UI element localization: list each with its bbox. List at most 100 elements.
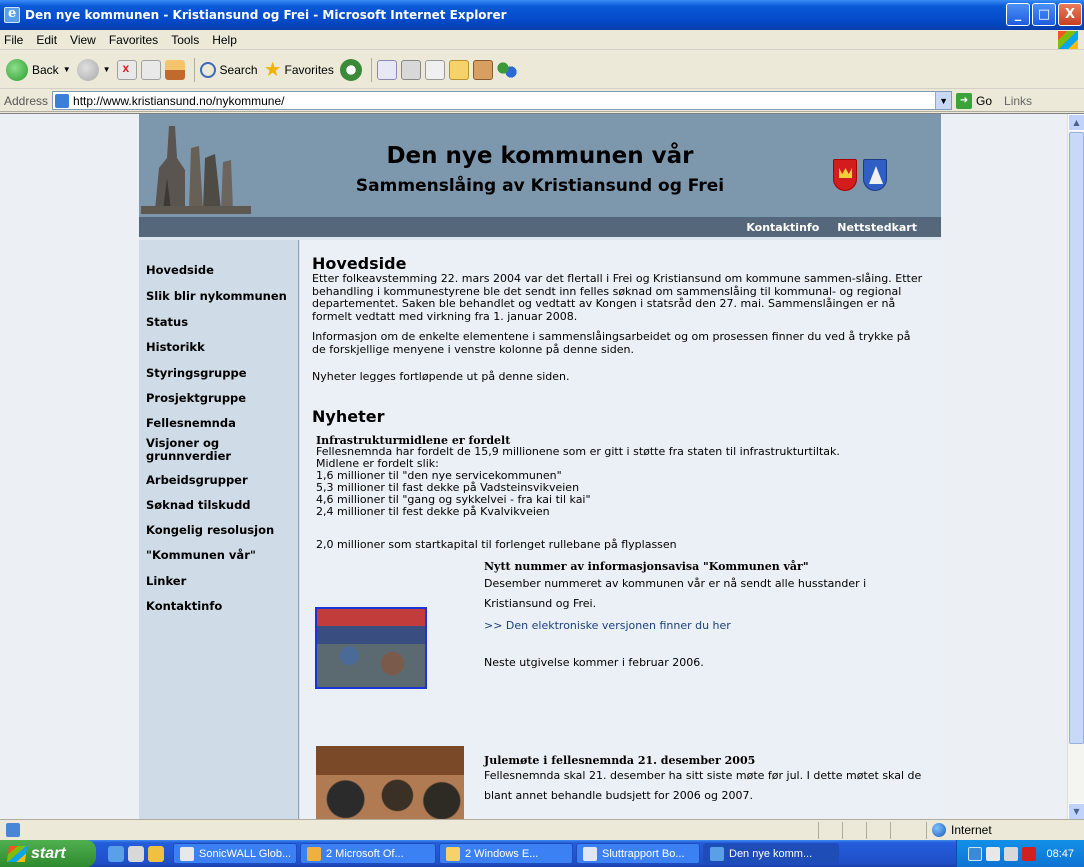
task-den-nye-kommunen[interactable]: Den nye komm... xyxy=(703,843,839,864)
home-icon[interactable] xyxy=(164,59,185,80)
status-panel xyxy=(842,822,843,839)
chevron-down-icon[interactable]: ▼ xyxy=(935,92,952,109)
minimize-button[interactable]: _ xyxy=(1006,3,1030,26)
tray-alert-icon[interactable] xyxy=(1022,846,1037,861)
media-quicklaunch-icon[interactable] xyxy=(128,845,144,862)
nav-nettstedkart[interactable]: Nettstedkart xyxy=(837,221,917,234)
star-icon: ★ xyxy=(263,59,282,81)
tray-network-icon[interactable] xyxy=(968,846,983,861)
page-banner-title: Den nye kommunen vår xyxy=(386,143,694,169)
task-microsoft-office[interactable]: 2 Microsoft Of... xyxy=(300,843,436,864)
print-icon[interactable] xyxy=(400,59,421,80)
search-label: Search xyxy=(219,62,258,77)
task-sonicwall[interactable]: SonicWALL Glob... xyxy=(173,843,297,864)
links-button[interactable]: Links xyxy=(1004,94,1032,108)
electronic-version-link[interactable]: >> Den elektroniske versjonen finner du … xyxy=(484,619,731,632)
sidebar-item-kontaktinfo[interactable]: Kontaktinfo xyxy=(146,600,296,613)
outlook-quicklaunch-icon[interactable] xyxy=(148,845,164,862)
toolbar-separator xyxy=(370,57,372,82)
back-arrow-icon xyxy=(6,58,28,81)
tray-sonicwall-icon[interactable] xyxy=(1004,846,1019,861)
news-extra-line: 2,0 millioner som startkapital til forle… xyxy=(316,538,677,551)
sidebar-item-styringsgruppe[interactable]: Styringsgruppe xyxy=(146,367,296,380)
forward-button[interactable]: ▼ xyxy=(76,58,111,81)
sonicwall-icon xyxy=(180,846,194,861)
sidebar-item-kommunen-var[interactable]: "Kommunen vår" xyxy=(146,549,296,562)
folder-icon xyxy=(446,846,460,861)
sidebar-item-linker[interactable]: Linker xyxy=(146,575,296,588)
task-label: SonicWALL Glob... xyxy=(199,847,292,860)
newspaper-cover-image[interactable] xyxy=(315,607,427,689)
sidebar-item-prosjektgruppe[interactable]: Prosjektgruppe xyxy=(146,392,296,405)
quick-launch xyxy=(108,845,164,862)
sidebar-item-kongelig-resolusjon[interactable]: Kongelig resolusjon xyxy=(146,524,296,537)
windows-logo-icon xyxy=(1058,31,1078,49)
menu-tools[interactable]: Tools xyxy=(171,33,199,47)
next-issue-text: Neste utgivelse kommer i februar 2006. xyxy=(484,656,704,669)
sidebar-item-soknad-tilskudd[interactable]: Søknad tilskudd xyxy=(146,499,296,512)
task-sluttrapport[interactable]: Sluttrapport Bo... xyxy=(576,843,700,864)
taskbar: start SonicWALL Glob... 2 Microsoft Of..… xyxy=(0,840,1084,867)
sidebar-item-historikk[interactable]: Historikk xyxy=(146,341,296,354)
messenger-icon[interactable] xyxy=(496,59,517,80)
go-button[interactable]: ➜ Go xyxy=(956,92,993,109)
start-button[interactable]: start xyxy=(0,840,96,867)
task-label: Sluttrapport Bo... xyxy=(602,847,685,860)
sidebar-item-slik-blir-nykommunen[interactable]: Slik blir nykommunen xyxy=(146,290,296,303)
edit-icon[interactable] xyxy=(424,59,445,80)
chevron-down-icon[interactable]: ▼ xyxy=(63,65,71,74)
news-line: 2,4 millioner til fest dekke på Kvalvikv… xyxy=(316,505,550,518)
sidebar-item-hovedside[interactable]: Hovedside xyxy=(146,264,296,277)
scroll-thumb[interactable] xyxy=(1069,132,1084,744)
word-doc-icon xyxy=(583,846,597,861)
favorites-button[interactable]: ★ Favorites xyxy=(264,57,334,82)
close-button[interactable]: X xyxy=(1058,3,1082,26)
history-icon[interactable] xyxy=(339,58,362,81)
sidebar-item-fellesnemnda[interactable]: Fellesnemnda xyxy=(146,417,296,430)
nav-kontaktinfo[interactable]: Kontaktinfo xyxy=(746,221,819,234)
discuss-icon[interactable] xyxy=(448,59,469,80)
menu-file[interactable]: File xyxy=(4,33,23,47)
sidebar-item-visjoner[interactable]: Visjoner og grunnverdier xyxy=(146,437,256,463)
page-done-icon xyxy=(6,823,20,837)
status-panel xyxy=(818,822,819,839)
news-body: Fellesnemnda har fordelt de 15,9 million… xyxy=(316,446,930,518)
address-label: Address xyxy=(4,93,49,108)
scroll-down-icon[interactable]: ▼ xyxy=(1068,803,1084,819)
go-arrow-icon: ➜ xyxy=(956,92,973,109)
address-input[interactable]: http://www.kristiansund.no/nykommune/ ▼ xyxy=(52,91,953,110)
ie-icon xyxy=(710,846,724,861)
sidebar-item-arbeidsgrupper[interactable]: Arbeidsgrupper xyxy=(146,474,296,487)
sidebar-item-status[interactable]: Status xyxy=(146,316,296,329)
vertical-scrollbar[interactable]: ▲ ▼ xyxy=(1067,114,1084,819)
scroll-up-icon[interactable]: ▲ xyxy=(1068,114,1084,131)
page-title: Hovedside xyxy=(312,254,407,273)
menu-edit[interactable]: Edit xyxy=(36,33,57,47)
tray-security-icon[interactable] xyxy=(986,846,1001,861)
chevron-down-icon[interactable]: ▼ xyxy=(103,65,111,74)
menu-bar: File Edit View Favorites Tools Help xyxy=(0,30,1084,50)
ie-quicklaunch-icon[interactable] xyxy=(108,845,124,862)
maximize-button[interactable]: □ xyxy=(1032,3,1056,26)
back-button[interactable]: Back ▼ xyxy=(6,58,71,81)
news-title: Nytt nummer av informasjonsavisa "Kommun… xyxy=(484,560,809,573)
security-zone: Internet xyxy=(932,823,992,837)
menu-help[interactable]: Help xyxy=(212,33,237,47)
menu-favorites[interactable]: Favorites xyxy=(109,33,158,47)
research-icon[interactable] xyxy=(472,59,493,80)
menu-view[interactable]: View xyxy=(70,33,96,47)
go-label: Go xyxy=(976,93,993,108)
mail-icon[interactable] xyxy=(376,59,397,80)
meeting-photo-image xyxy=(316,746,464,819)
main-content: Hovedside Etter folkeavstemming 22. mars… xyxy=(300,240,941,819)
search-icon xyxy=(199,61,216,78)
news-body: Desember nummeret av kommunen vår er nå … xyxy=(484,577,867,610)
task-windows-explorer[interactable]: 2 Windows E... xyxy=(439,843,573,864)
back-label: Back xyxy=(32,62,59,77)
search-button[interactable]: Search xyxy=(199,61,258,78)
clock: 08:47 xyxy=(1046,847,1074,860)
stop-icon[interactable]: x xyxy=(116,59,137,80)
intro-info-text: Informasjon om de enkelte elementene i s… xyxy=(312,330,911,356)
refresh-icon[interactable] xyxy=(140,59,161,80)
news-heading: Nyheter xyxy=(312,407,385,426)
